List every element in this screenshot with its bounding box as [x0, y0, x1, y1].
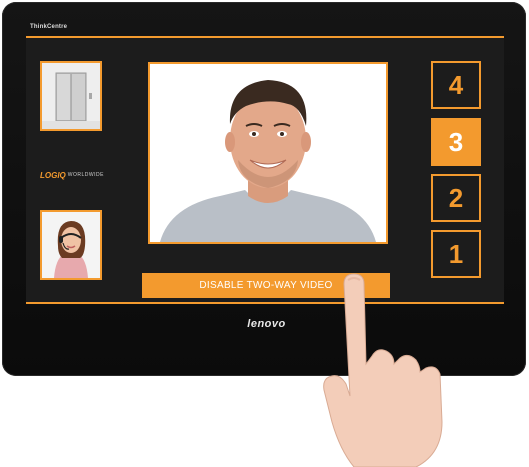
two-way-video-feed: [148, 62, 388, 244]
intercom-screen: LOGIQ WORLDWIDE DISABLE TWO-WAY VIDEO 4 …: [26, 36, 504, 304]
brand-top-label: ThinkCentre: [30, 24, 68, 30]
pointing-hand-icon: [323, 273, 443, 467]
floor-button-3[interactable]: 3: [431, 118, 481, 166]
floor-button-4[interactable]: 4: [431, 61, 481, 109]
floor-button-2[interactable]: 2: [431, 174, 481, 222]
logo-subtitle: WORLDWIDE: [67, 172, 104, 178]
elevator-door-icon: [42, 63, 100, 129]
logo-word: LOGIQ: [40, 170, 66, 180]
elevator-camera-thumbnail[interactable]: [40, 61, 102, 131]
person-video-image: [150, 64, 386, 242]
company-logo: LOGIQ WORLDWIDE: [40, 169, 110, 181]
floor-button-1[interactable]: 1: [431, 230, 481, 278]
headset-agent-icon: [42, 212, 100, 278]
support-agent-thumbnail[interactable]: [40, 210, 102, 280]
